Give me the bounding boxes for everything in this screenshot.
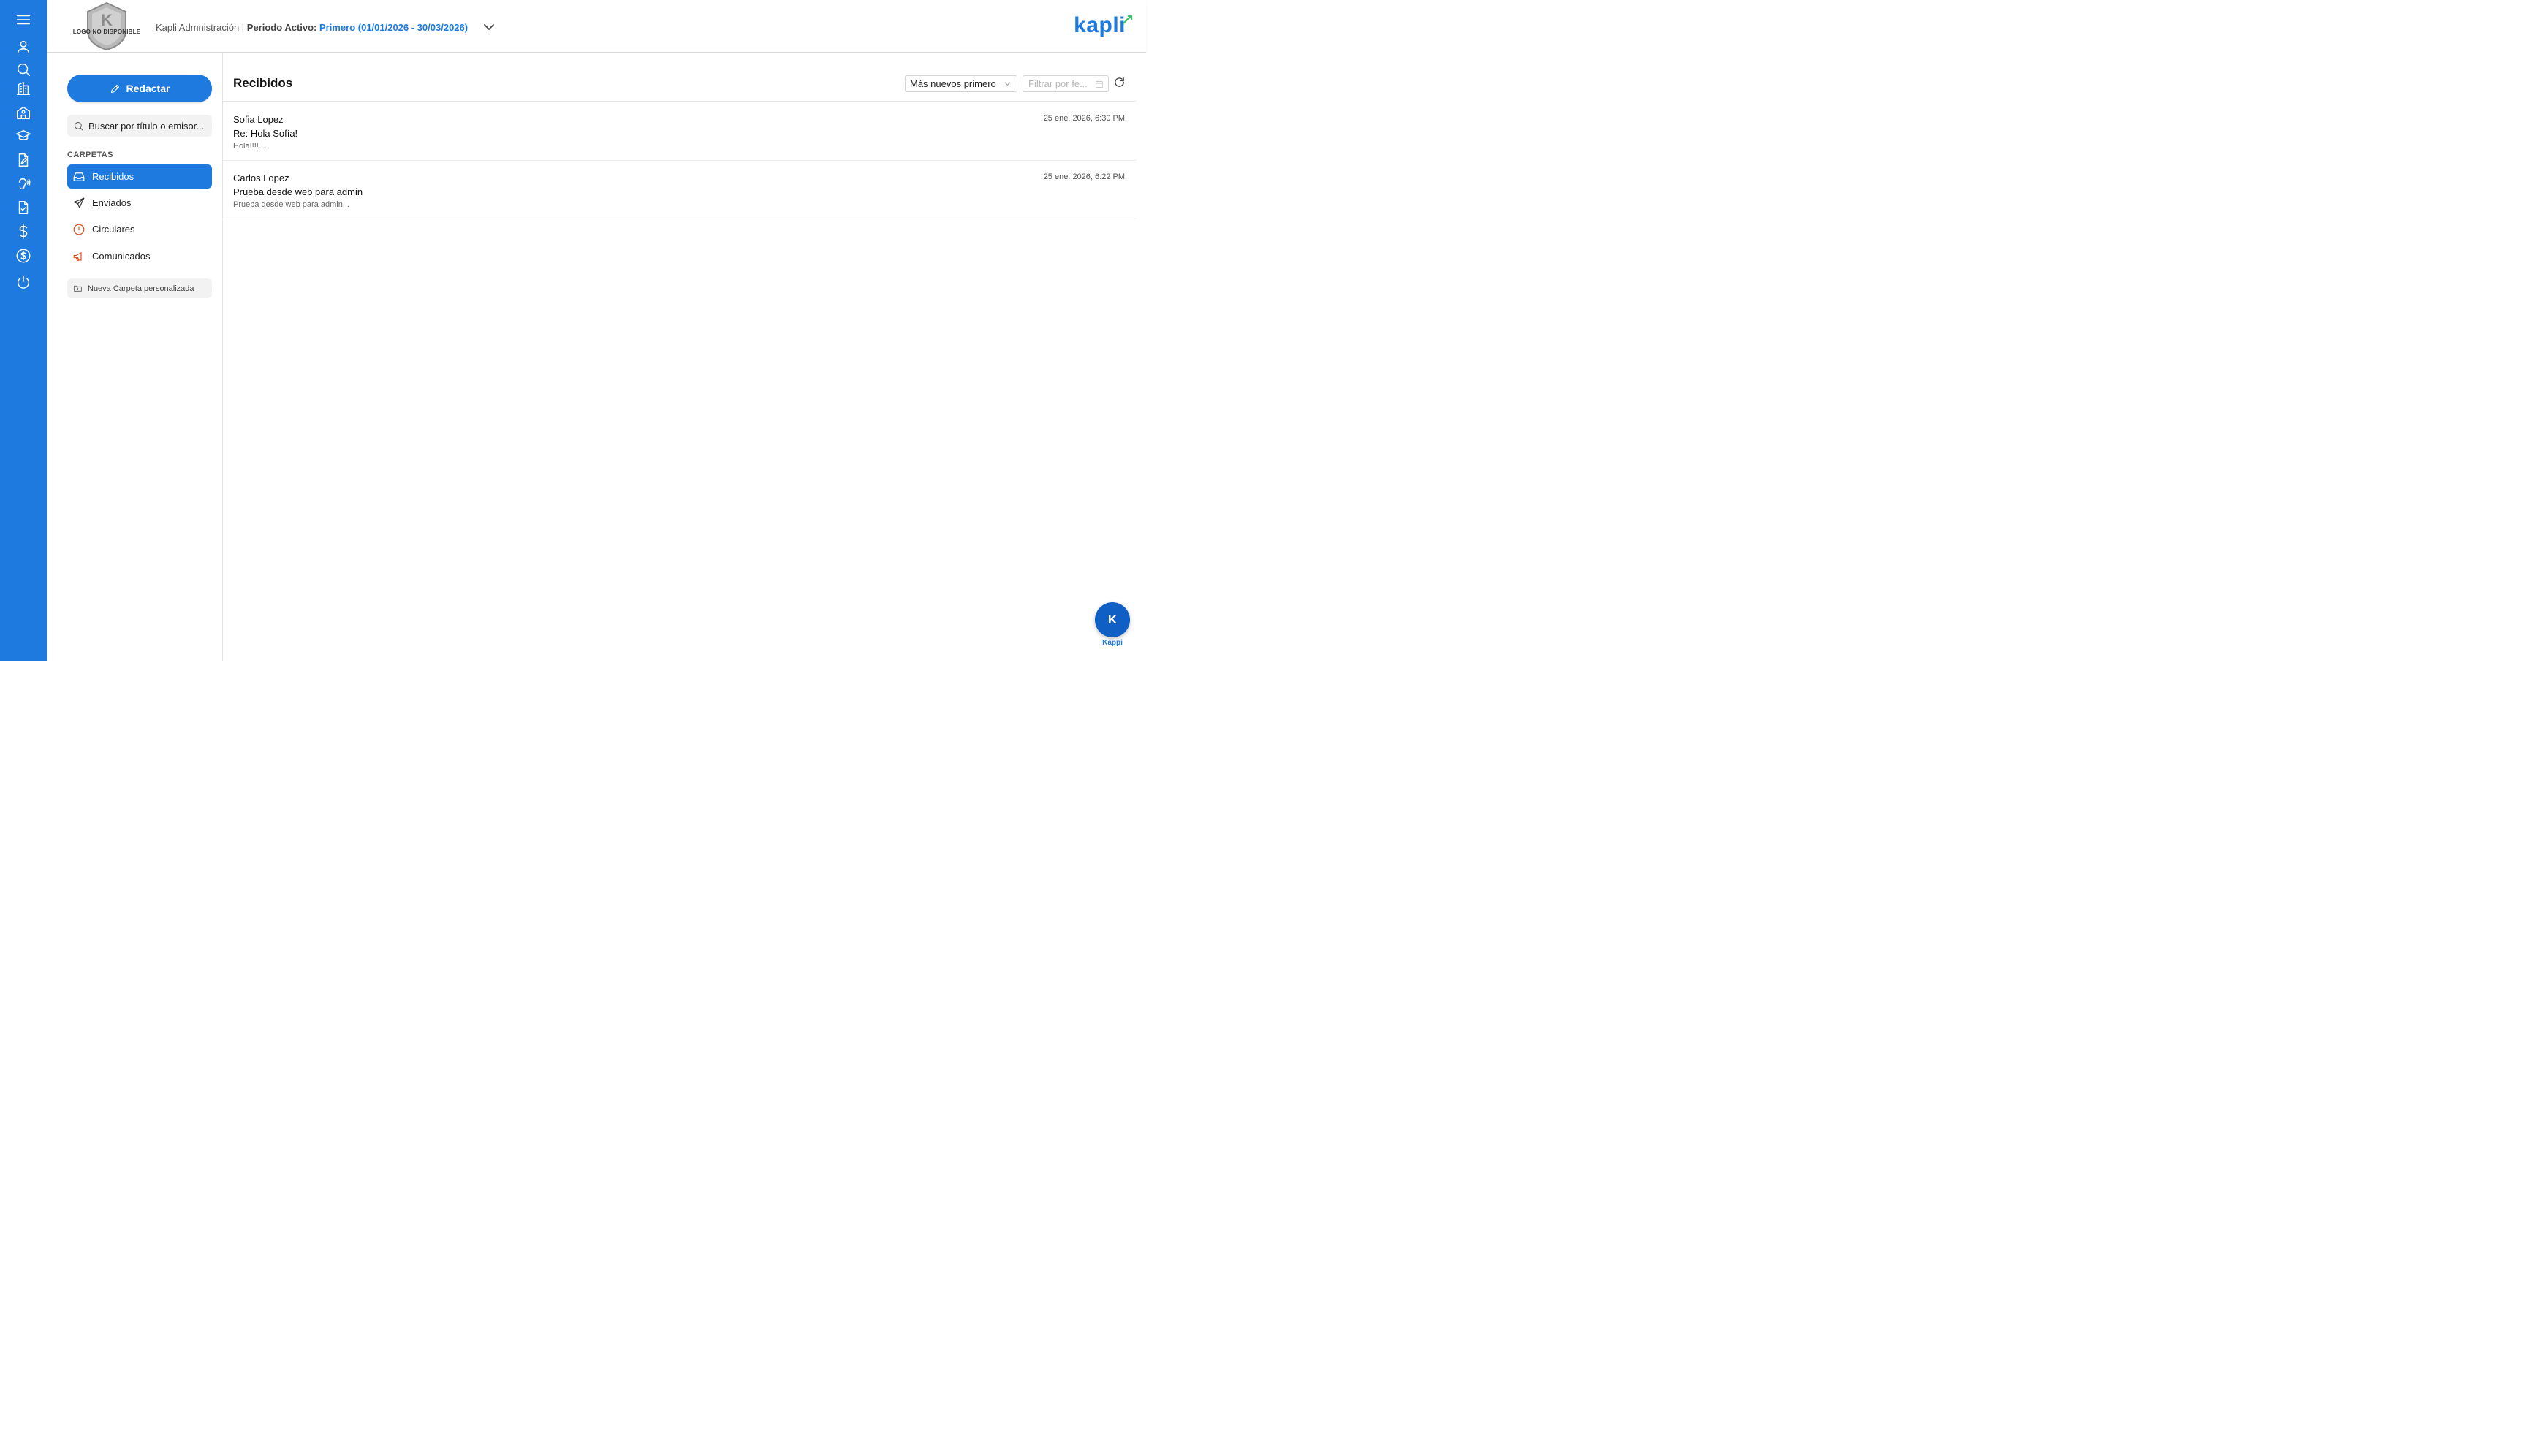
refresh-icon bbox=[1115, 77, 1124, 87]
mail-search bbox=[67, 115, 213, 137]
pencil-icon bbox=[110, 84, 119, 93]
message-list-panel: Recibidos Más nuevos primero Sofia Lopez… bbox=[223, 53, 1146, 661]
search-input[interactable] bbox=[88, 120, 213, 132]
hearing-icon[interactable] bbox=[12, 173, 35, 194]
date-filter-input[interactable] bbox=[1028, 78, 1091, 89]
refresh-button[interactable] bbox=[1113, 76, 1126, 89]
message-row[interactable]: Sofia Lopez Re: Hola Sofía! Hola!!!!... … bbox=[223, 102, 1136, 161]
shield-logo-icon: K bbox=[87, 1, 126, 51]
message-sender: Sofia Lopez bbox=[233, 114, 284, 125]
power-icon[interactable] bbox=[12, 272, 35, 292]
message-preview: Prueba desde web para admin... bbox=[233, 200, 349, 209]
svg-text:K: K bbox=[101, 11, 113, 29]
alert-circle-icon bbox=[73, 224, 85, 235]
institution-logo-placeholder: K LOGO NO DISPONIBLE bbox=[69, 1, 145, 51]
icon-rail bbox=[0, 0, 47, 661]
assistant-label: Kappi bbox=[1102, 639, 1123, 647]
logo-placeholder-text: LOGO NO DISPONIBLE bbox=[72, 29, 141, 35]
app-name: Kapli Admnistración | bbox=[156, 22, 245, 33]
folder-label: Enviados bbox=[92, 197, 132, 208]
chevron-down-icon[interactable] bbox=[482, 20, 496, 34]
new-custom-folder-button[interactable]: Nueva Carpeta personalizada bbox=[67, 278, 212, 298]
folders-heading: CARPETAS bbox=[67, 151, 113, 159]
folder-enviados[interactable]: Enviados bbox=[67, 191, 212, 215]
compose-label: Redactar bbox=[126, 83, 170, 94]
inbox-icon bbox=[73, 172, 85, 181]
kappi-assistant-button[interactable]: K Kappi bbox=[1095, 602, 1131, 648]
list-header: Recibidos Más nuevos primero bbox=[223, 53, 1136, 102]
folder-circulares[interactable]: Circulares bbox=[67, 217, 212, 241]
graduation-cap-icon[interactable] bbox=[12, 126, 35, 146]
building-icon[interactable] bbox=[12, 78, 35, 99]
message-sender: Carlos Lopez bbox=[233, 172, 289, 183]
folder-comunicados[interactable]: Comunicados bbox=[67, 244, 212, 268]
search-icon[interactable] bbox=[12, 59, 35, 80]
chevron-down-icon bbox=[1004, 82, 1011, 86]
kapli-brand-logo: kapli bbox=[1074, 12, 1133, 39]
document-check-icon[interactable] bbox=[12, 197, 35, 218]
assistant-avatar: K bbox=[1095, 602, 1130, 637]
compose-button[interactable]: Redactar bbox=[67, 75, 212, 102]
school-icon[interactable] bbox=[12, 102, 35, 123]
new-folder-label: Nueva Carpeta personalizada bbox=[88, 284, 194, 293]
page-title: Recibidos bbox=[233, 76, 293, 90]
growth-arrow-icon bbox=[1123, 15, 1133, 25]
dollar-circle-icon[interactable] bbox=[12, 246, 35, 266]
sort-value: Más nuevos primero bbox=[910, 78, 996, 89]
period-label: Periodo Activo: bbox=[246, 22, 317, 33]
message-preview: Hola!!!!... bbox=[233, 142, 266, 151]
message-row[interactable]: Carlos Lopez Prueba desde web para admin… bbox=[223, 161, 1136, 219]
message-subject: Re: Hola Sofía! bbox=[233, 128, 298, 139]
message-date: 25 ene. 2026, 6:30 PM bbox=[1043, 114, 1125, 123]
menu-icon[interactable] bbox=[12, 10, 35, 30]
date-filter bbox=[1023, 75, 1109, 92]
send-icon bbox=[73, 197, 85, 208]
folder-label: Circulares bbox=[92, 224, 135, 235]
sort-select[interactable]: Más nuevos primero bbox=[905, 75, 1017, 92]
calendar-icon[interactable] bbox=[1095, 80, 1104, 88]
user-icon[interactable] bbox=[12, 37, 35, 57]
megaphone-icon bbox=[73, 251, 82, 261]
message-date: 25 ene. 2026, 6:22 PM bbox=[1043, 172, 1125, 181]
mail-sidebar: Redactar CARPETAS Recibidos Enviados Cir… bbox=[47, 53, 223, 661]
top-header: K LOGO NO DISPONIBLE Kapli Admnistración… bbox=[47, 0, 1146, 53]
folder-label: Comunicados bbox=[92, 251, 151, 262]
folder-plus-icon bbox=[74, 285, 82, 292]
active-period[interactable]: Primero (01/01/2026 - 30/03/2026) bbox=[319, 22, 468, 33]
folder-label: Recibidos bbox=[92, 171, 134, 182]
message-subject: Prueba desde web para admin bbox=[233, 186, 363, 197]
folder-recibidos[interactable]: Recibidos bbox=[67, 164, 212, 189]
search-icon bbox=[75, 121, 83, 130]
document-edit-icon[interactable] bbox=[12, 150, 35, 170]
brand-wordmark: kapli bbox=[1074, 13, 1126, 37]
period-context: Kapli Admnistración | Periodo Activo: Pr… bbox=[156, 22, 468, 33]
dollar-icon[interactable] bbox=[12, 221, 35, 242]
